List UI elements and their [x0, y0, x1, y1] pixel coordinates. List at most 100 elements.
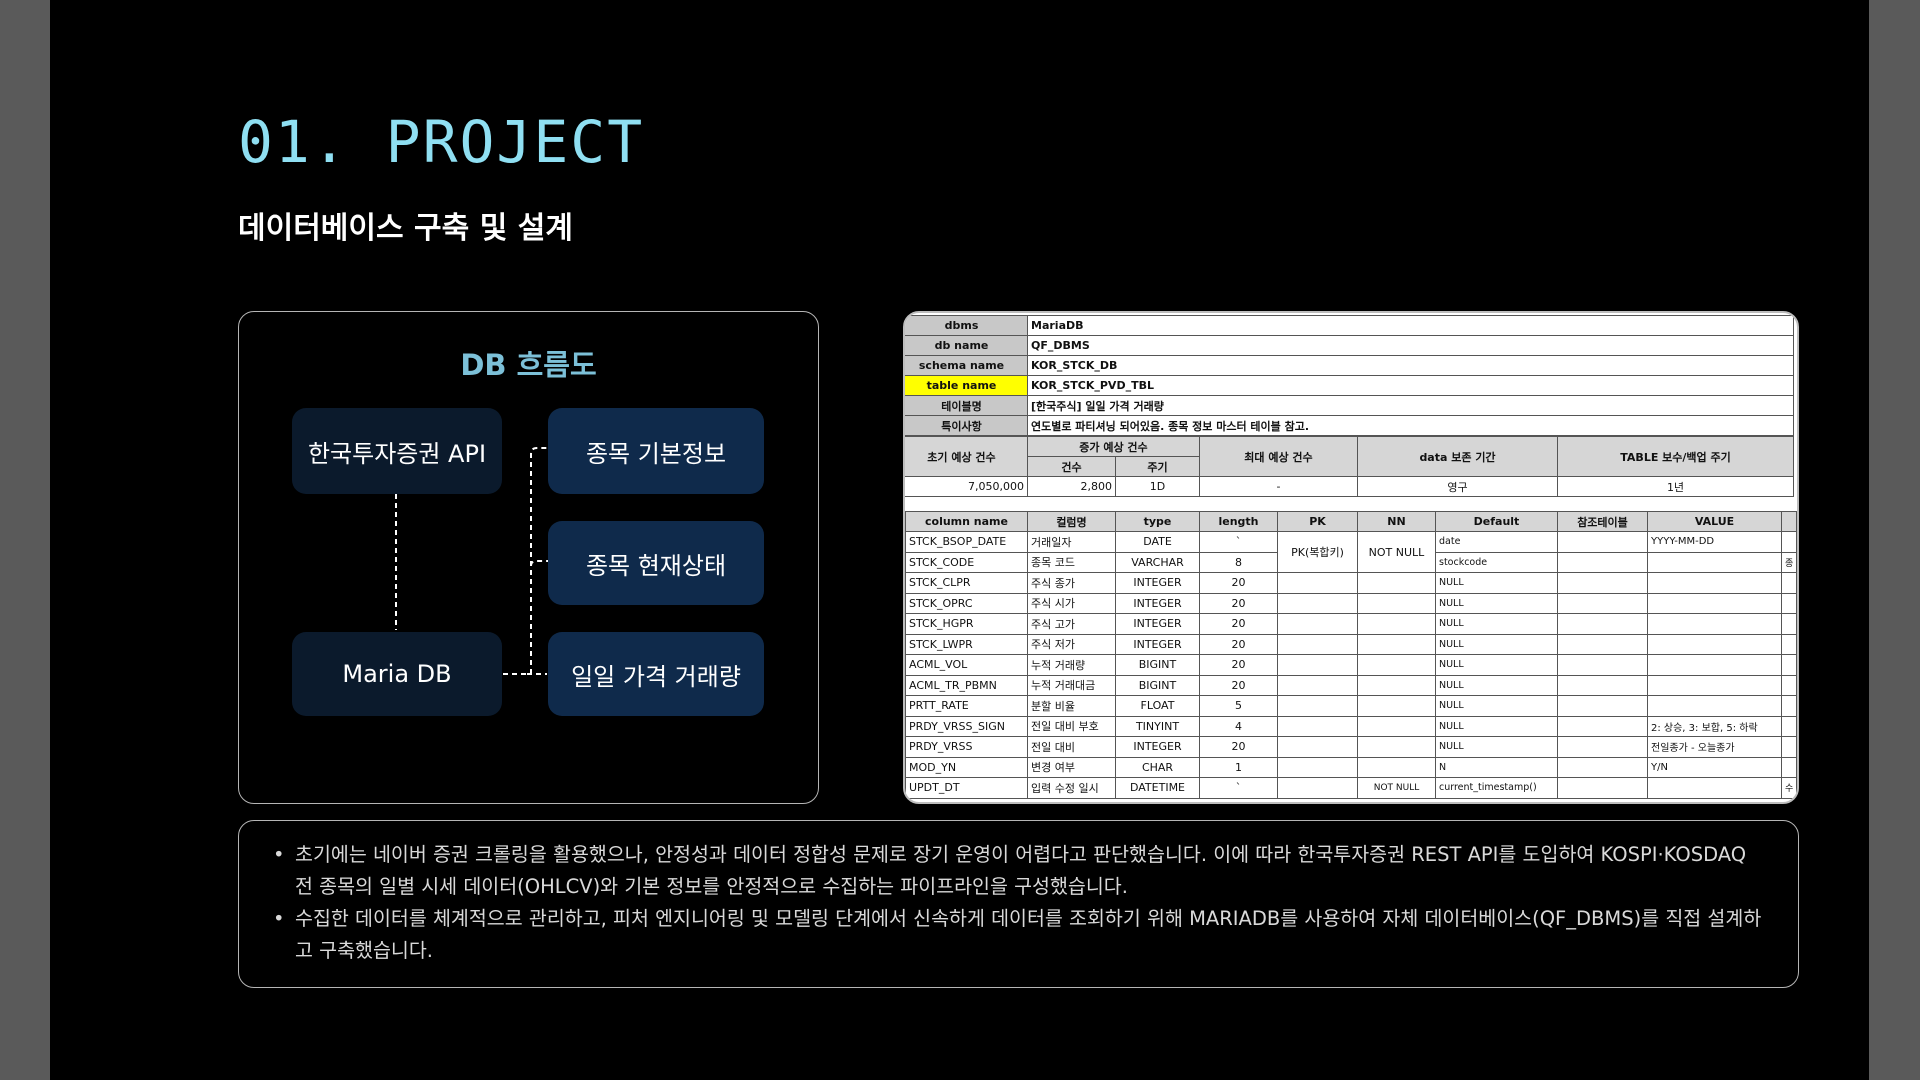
table-row: MOD_YN 변경 여부 CHAR 1 N Y/N — [905, 756, 1797, 778]
cell-nn: NOT NULL — [1357, 777, 1436, 799]
cell-value — [1647, 613, 1782, 635]
cell-ref-table — [1557, 613, 1648, 635]
cell-korean-name: 주식 종가 — [1027, 572, 1116, 594]
cell-extra — [1780, 613, 1797, 635]
col-header: PK — [1277, 511, 1358, 532]
size-header-retention: data 보존 기간 — [1357, 436, 1558, 477]
cell-length: ` — [1199, 777, 1278, 799]
cell-length: 20 — [1199, 613, 1278, 635]
cell-pk — [1277, 572, 1358, 594]
cell-extra: 수 — [1780, 777, 1797, 799]
cell-korean-name: 종목 코드 — [1027, 551, 1116, 573]
cell-length: 20 — [1199, 572, 1278, 594]
cell-default: NULL — [1435, 654, 1558, 676]
node-kis-api: 한국투자증권 API — [292, 408, 502, 494]
col-header: 컬럼명 — [1027, 511, 1116, 532]
cell-default: NULL — [1435, 695, 1558, 717]
cell-ref-table — [1557, 736, 1648, 758]
cell-nn — [1357, 572, 1436, 594]
cell-value — [1647, 695, 1782, 717]
table-row: ACML_TR_PBMN 누적 거래대금 BIGINT 20 NULL — [905, 674, 1797, 696]
cell-default: NULL — [1435, 736, 1558, 758]
cell-column-name: PRDY_VRSS_SIGN — [905, 715, 1028, 737]
cell-korean-name: 변경 여부 — [1027, 756, 1116, 778]
size-backup-value: 1년 — [1557, 476, 1794, 497]
cell-nn — [1357, 695, 1436, 717]
cell-nn — [1357, 736, 1436, 758]
cell-ref-table — [1557, 572, 1648, 594]
table-meta: dbms MariaDB db name QF_DBMS schema name KOR_… — [905, 315, 1794, 436]
cell-type: TINYINT — [1115, 715, 1200, 737]
cell-korean-name: 전일 대비 부호 — [1027, 715, 1116, 737]
cell-column-name: ACML_TR_PBMN — [905, 674, 1028, 696]
cell-default: NULL — [1435, 715, 1558, 737]
meta-key: table name — [905, 375, 1028, 396]
cell-korean-name: 누적 거래대금 — [1027, 674, 1116, 696]
meta-key: db name — [905, 335, 1028, 356]
cell-ref-table — [1557, 592, 1648, 614]
col-header: Default — [1435, 511, 1558, 532]
cell-ref-table — [1557, 551, 1648, 573]
meta-row: dbms MariaDB — [905, 315, 1794, 336]
meta-value: 연도별로 파티셔닝 되어있음. 종목 정보 마스터 테이블 참고. — [1027, 415, 1794, 436]
cell-type: CHAR — [1115, 756, 1200, 778]
cell-value — [1647, 633, 1782, 655]
cell-type: BIGINT — [1115, 654, 1200, 676]
cell-extra — [1780, 654, 1797, 676]
col-header: NN — [1357, 511, 1436, 532]
cell-ref-table — [1557, 531, 1648, 553]
cell-korean-name: 누적 거래량 — [1027, 654, 1116, 676]
cell-nn — [1357, 674, 1436, 696]
cell-korean-name: 거래일자 — [1027, 531, 1116, 553]
cell-value — [1647, 777, 1782, 799]
meta-key: 테이블명 — [905, 395, 1028, 416]
cell-extra — [1780, 633, 1797, 655]
table-row: STCK_LWPR 주식 저가 INTEGER 20 NULL — [905, 633, 1797, 655]
cell-korean-name: 분할 비율 — [1027, 695, 1116, 717]
meta-row: db name QF_DBMS — [905, 335, 1794, 356]
description-card: 초기에는 네이버 증권 크롤링을 활용했으나, 안정성과 데이터 정합성 문제로… — [238, 820, 1799, 988]
page-subtitle: 데이터베이스 구축 및 설계 — [238, 211, 573, 246]
size-max-value: - — [1199, 476, 1358, 497]
slide: 01. PROJECT 데이터베이스 구축 및 설계 DB 흐름도 한국투자증권… — [50, 0, 1869, 1080]
cell-extra — [1780, 736, 1797, 758]
cell-pk — [1277, 736, 1358, 758]
table-row: STCK_HGPR 주식 고가 INTEGER 20 NULL — [905, 613, 1797, 635]
node-maria-db: Maria DB — [292, 632, 502, 716]
cell-default: NULL — [1435, 674, 1558, 696]
cell-extra — [1780, 695, 1797, 717]
col-header: type — [1115, 511, 1200, 532]
cell-type: INTEGER — [1115, 736, 1200, 758]
cell-pk: PK(복합키) — [1277, 531, 1358, 573]
flow-title: DB 흐름도 — [460, 348, 597, 382]
cell-value — [1647, 592, 1782, 614]
description-item: 초기에는 네이버 증권 크롤링을 활용했으나, 안정성과 데이터 정합성 문제로… — [273, 839, 1768, 903]
cell-value — [1647, 572, 1782, 594]
cell-pk — [1277, 613, 1358, 635]
cell-column-name: UPDT_DT — [905, 777, 1028, 799]
cell-type: INTEGER — [1115, 572, 1200, 594]
cell-extra — [1780, 674, 1797, 696]
cell-type: VARCHAR — [1115, 551, 1200, 573]
cell-value: 전일종가 - 오늘종가 — [1647, 736, 1782, 758]
cell-nn — [1357, 613, 1436, 635]
cell-korean-name: 주식 고가 — [1027, 613, 1116, 635]
col-header: 참조테이블 — [1557, 511, 1648, 532]
table-row: STCK_BSOP_DATE 거래일자 DATE ` PK(복합키) NOT NULL da… — [905, 531, 1797, 573]
cell-korean-name: 입력 수정 일시 — [1027, 777, 1116, 799]
cell-nn: NOT NULL — [1357, 531, 1436, 573]
cell-pk — [1277, 592, 1358, 614]
col-header: column name — [905, 511, 1028, 532]
cell-default: NULL — [1435, 592, 1558, 614]
size-period-value: 1D — [1115, 476, 1200, 497]
cell-korean-name: 주식 시가 — [1027, 592, 1116, 614]
meta-row: 테이블명 [한국주식] 일일 가격 거래량 — [905, 395, 1794, 416]
cell-type: INTEGER — [1115, 592, 1200, 614]
cell-pk — [1277, 715, 1358, 737]
cell-column-name: MOD_YN — [905, 756, 1028, 778]
cell-type: INTEGER — [1115, 633, 1200, 655]
cell-pk — [1277, 674, 1358, 696]
meta-row: 특이사항 연도별로 파티셔닝 되어있음. 종목 정보 마스터 테이블 참고. — [905, 415, 1794, 436]
cell-nn — [1357, 592, 1436, 614]
cell-default: date — [1435, 531, 1558, 553]
